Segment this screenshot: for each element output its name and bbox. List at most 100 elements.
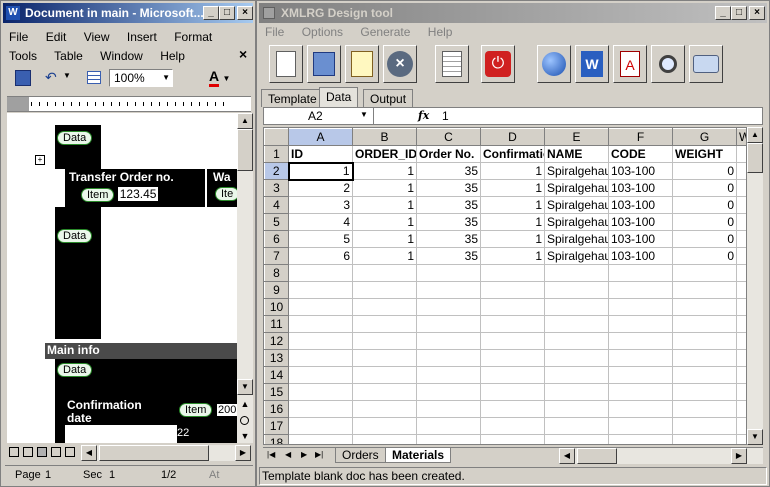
row-header[interactable]: 14 (264, 366, 289, 384)
grid-cell[interactable] (736, 247, 746, 265)
new-document-button[interactable] (269, 45, 303, 83)
menu-window[interactable]: Window (100, 49, 143, 63)
tab-template[interactable]: Template (261, 89, 324, 107)
grid-cell[interactable]: 4 (288, 213, 353, 231)
grid-cell[interactable]: 103-100 (608, 162, 673, 180)
grid-cell[interactable]: 35 (416, 213, 481, 231)
browse-object-icon[interactable] (240, 416, 249, 425)
column-header-a[interactable]: A (288, 128, 353, 146)
menu-table[interactable]: Table (54, 49, 83, 63)
grid-cell[interactable]: 1 (480, 179, 545, 197)
grid-cell[interactable]: 1 (352, 162, 417, 180)
scroll-left-icon[interactable]: ◀ (559, 448, 575, 464)
column-header-f[interactable]: F (608, 128, 673, 146)
grid-cell[interactable]: Spiralgehause (544, 179, 609, 197)
menu-file[interactable]: File (9, 30, 28, 44)
grid-cell[interactable]: Spiralgehause (544, 230, 609, 248)
grid-cell[interactable]: 35 (416, 230, 481, 248)
grid-cell[interactable] (736, 196, 746, 214)
column-header-h[interactable]: W (736, 128, 746, 146)
scroll-left-icon[interactable]: ◀ (81, 445, 97, 461)
row-header[interactable]: 3 (264, 179, 289, 197)
edit-button[interactable] (345, 45, 379, 83)
row-header[interactable]: 12 (264, 332, 289, 350)
grid-cell[interactable] (736, 230, 746, 248)
data-tag-1[interactable]: Data (57, 131, 93, 145)
zoom-select[interactable]: 100% ▼ (109, 69, 173, 87)
name-box[interactable]: A2 ▼ (264, 108, 374, 124)
grid-cell[interactable]: Spiralgehause (544, 247, 609, 265)
xmlrg-app-icon[interactable] (263, 7, 275, 19)
scroll-up-icon[interactable]: ▲ (237, 113, 253, 129)
tab-output[interactable]: Output (363, 89, 414, 107)
grid-cell[interactable]: 103-100 (608, 230, 673, 248)
reading-view-icon[interactable] (65, 447, 75, 457)
print-button[interactable] (689, 45, 723, 83)
row-header[interactable]: 9 (264, 281, 289, 299)
minimize-button[interactable]: _ (715, 6, 731, 20)
grid-cell[interactable]: Spiralgehause (544, 196, 609, 214)
row-header[interactable]: 7 (264, 247, 289, 265)
word-app-icon[interactable]: W (6, 6, 20, 20)
grid-cell[interactable]: Confirmation (480, 145, 545, 163)
grid-cell[interactable]: 1 (480, 213, 545, 231)
next-sheet-icon[interactable]: ▶ (301, 450, 307, 459)
grid-cell[interactable] (736, 162, 746, 180)
power-button[interactable]: ⏻ (481, 45, 515, 83)
row-header[interactable]: 18 (264, 434, 289, 444)
outline-view-icon[interactable] (51, 447, 61, 457)
open-template-button[interactable] (307, 45, 341, 83)
item-tag-2[interactable]: Item (179, 403, 213, 417)
menu-format[interactable]: Format (174, 30, 212, 44)
tab-data[interactable]: Data (319, 87, 359, 107)
row-header[interactable]: 6 (264, 230, 289, 248)
grid-cell[interactable]: WEIGHT (672, 145, 737, 163)
grid-cell[interactable]: 103-100 (608, 196, 673, 214)
column-header-e[interactable]: E (544, 128, 609, 146)
word-horizontal-scrollbar[interactable]: ◀ ▶ (81, 445, 251, 461)
word-title-bar[interactable]: W Document in main - Microsoft... _ □ × (3, 3, 253, 23)
data-tag-2[interactable]: Data (57, 229, 93, 243)
undo-icon[interactable]: ↶ (45, 69, 57, 86)
close-button[interactable]: × (749, 6, 765, 20)
grid-cell[interactable]: 35 (416, 247, 481, 265)
row-header[interactable]: 13 (264, 349, 289, 367)
menu-edit[interactable]: Edit (46, 30, 67, 44)
grid-cell[interactable]: 5 (288, 230, 353, 248)
row-header[interactable]: 1 (264, 145, 289, 163)
word-output-button[interactable]: W (575, 45, 609, 83)
grid-cell[interactable]: 35 (416, 162, 481, 180)
sheet-tab-materials[interactable]: Materials (385, 448, 452, 463)
table-move-handle-icon[interactable]: + (35, 155, 45, 165)
grid-h-scroll-thumb[interactable] (577, 448, 617, 464)
grid-cell[interactable]: 0 (672, 162, 737, 180)
h-scroll-thumb[interactable] (99, 445, 209, 461)
grid-cell[interactable] (736, 213, 746, 231)
row-header[interactable]: 16 (264, 400, 289, 418)
scroll-thumb[interactable] (237, 129, 253, 171)
grid-cell[interactable]: Spiralgehause (544, 213, 609, 231)
horizontal-ruler[interactable] (7, 96, 251, 112)
scroll-down-icon[interactable]: ▼ (747, 429, 763, 445)
grid-cell[interactable]: 35 (416, 196, 481, 214)
chevron-down-icon[interactable]: ▼ (162, 70, 170, 86)
row-header[interactable]: 4 (264, 196, 289, 214)
column-header-g[interactable]: G (672, 128, 737, 146)
row-header[interactable]: 2 (264, 162, 289, 180)
web-output-button[interactable] (537, 45, 571, 83)
column-header-c[interactable]: C (416, 128, 481, 146)
web-view-icon[interactable] (23, 447, 33, 457)
grid-cell[interactable]: 35 (416, 179, 481, 197)
select-all-corner[interactable] (264, 128, 289, 146)
undo-dropdown-icon[interactable]: ▼ (63, 71, 71, 80)
row-header[interactable]: 8 (264, 264, 289, 282)
grid-cell[interactable]: 0 (672, 213, 737, 231)
grid-cell[interactable]: 0 (672, 247, 737, 265)
grid-cell[interactable]: ID (288, 145, 353, 163)
menu-generate[interactable]: Generate (360, 25, 410, 39)
font-color-dropdown-icon[interactable]: ▼ (222, 74, 230, 83)
grid-cell[interactable]: 1 (480, 196, 545, 214)
table-icon[interactable] (87, 71, 101, 84)
chevron-down-icon[interactable]: ▼ (360, 110, 368, 119)
column-header-d[interactable]: D (480, 128, 545, 146)
